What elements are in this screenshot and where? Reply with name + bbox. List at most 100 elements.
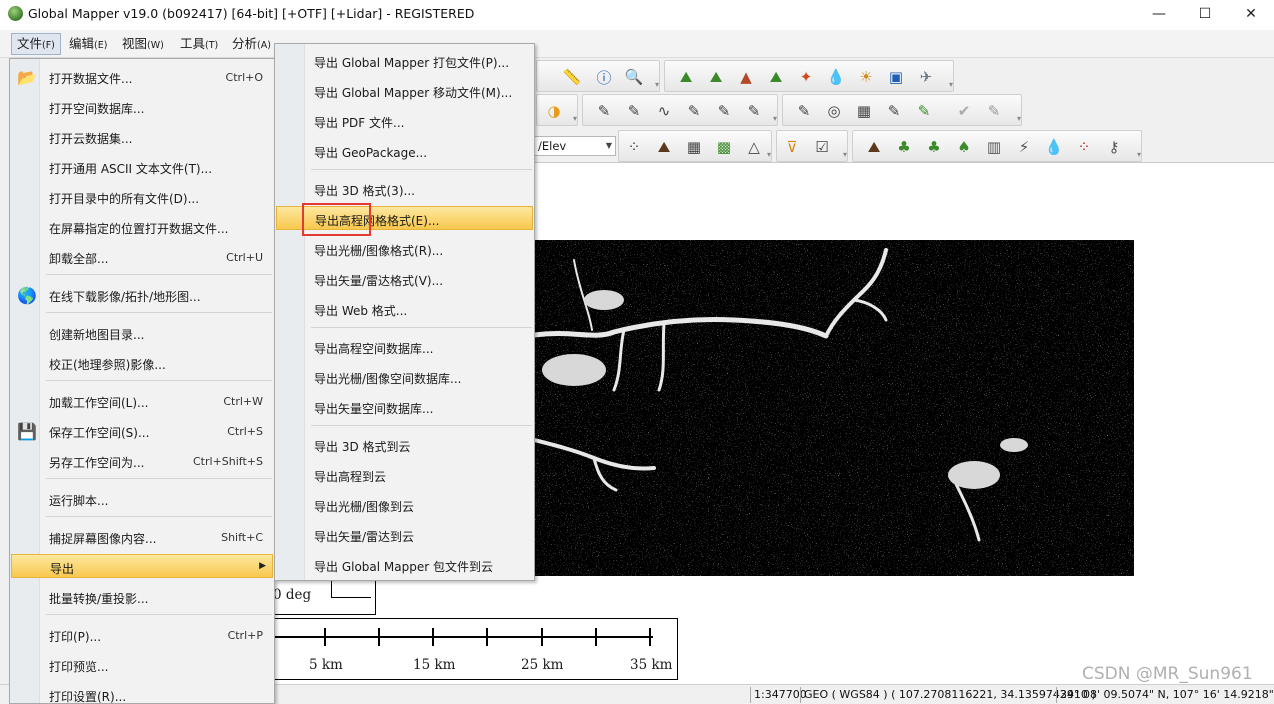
toolbar-grip[interactable]: ▾	[843, 150, 847, 159]
target-icon[interactable]: ◎	[823, 100, 845, 122]
export-item-vector-cloud[interactable]: 导出矢量/雷达到云	[276, 523, 533, 547]
menu-item-save-workspace-as[interactable]: 另存工作空间为... Ctrl+Shift+S	[11, 449, 273, 473]
export-item-web-format[interactable]: 导出 Web 格式...	[276, 297, 533, 321]
pen-point-icon[interactable]: ✎	[743, 100, 765, 122]
measure-pen-icon[interactable]: ✎	[793, 100, 815, 122]
export-item-gm-package-cloud[interactable]: 导出 Global Mapper 包文件到云	[276, 553, 533, 577]
export-item-gm-package[interactable]: 导出 Global Mapper 打包文件(P)...	[276, 49, 533, 73]
menu-item-download-online[interactable]: 🌎 在线下载影像/拓扑/地形图...	[11, 283, 273, 307]
water-icon[interactable]: 💧	[825, 66, 847, 88]
ruler-icon[interactable]: 📏	[561, 66, 583, 88]
pen-line-icon[interactable]: ✎	[623, 100, 645, 122]
elevation-raster-graphic	[534, 240, 1134, 576]
grass-icon[interactable]: ♣	[893, 136, 915, 158]
ground-icon[interactable]: ⛰	[863, 136, 885, 158]
layer-combo[interactable]: /Elev ▼	[534, 136, 616, 156]
curve-icon[interactable]: ∿	[653, 100, 675, 122]
toolbar-grip[interactable]: ▾	[949, 80, 953, 89]
noise-icon[interactable]: ⁘	[1073, 136, 1095, 158]
menu-item-open-spatial-db[interactable]: 打开空间数据库...	[11, 95, 273, 119]
menu-item-export[interactable]: 导出 ▶	[11, 554, 273, 578]
menu-item-unload-all[interactable]: 卸载全部... Ctrl+U	[11, 245, 273, 269]
toolbar-grip[interactable]: ▾	[1017, 114, 1021, 123]
export-item-label: 导出高程空间数据库...	[314, 342, 434, 356]
menu-tools[interactable]: 工具(T)	[175, 33, 223, 55]
lidar-icon[interactable]: ▩	[713, 136, 735, 158]
pen-area-icon[interactable]: ✎	[683, 100, 705, 122]
grid-icon[interactable]: ▦	[853, 100, 875, 122]
terrain-shade-icon[interactable]: ⛰	[705, 66, 727, 88]
menu-item-save-workspace[interactable]: 💾 保存工作空间(S)... Ctrl+S	[11, 419, 273, 443]
close-button[interactable]: ✕	[1228, 0, 1274, 28]
export-item-vector-lidar[interactable]: 导出矢量/雷达格式(V)...	[276, 267, 533, 291]
crescent-icon[interactable]: ◑	[543, 100, 565, 122]
menu-analysis[interactable]: 分析(A)	[227, 33, 276, 55]
terrain-icon[interactable]: ⛰	[675, 66, 697, 88]
contour-icon[interactable]: ⛰	[765, 66, 787, 88]
powerline-icon[interactable]: ⚡	[1013, 136, 1035, 158]
key-icon[interactable]: ⚷	[1103, 136, 1125, 158]
menu-item-print-setup[interactable]: 打印设置(R)...	[11, 683, 273, 703]
export-item-raster-db[interactable]: 导出光栅/图像空间数据库...	[276, 365, 533, 389]
menu-item-capture-screen[interactable]: 捕捉屏幕图像内容... Shift+C	[11, 525, 273, 549]
view-shed-icon[interactable]: ✦	[795, 66, 817, 88]
export-item-geopackage[interactable]: 导出 GeoPackage...	[276, 139, 533, 163]
toolbar-grip[interactable]: ▾	[773, 114, 777, 123]
globe-view-icon[interactable]: ▣	[885, 66, 907, 88]
water-drop-icon[interactable]: 💧	[1043, 136, 1065, 158]
maximize-button[interactable]: ☐	[1182, 0, 1228, 28]
menu-file[interactable]: 文件(F)	[11, 33, 61, 55]
menu-item-batch-convert[interactable]: 批量转换/重投影...	[11, 585, 273, 609]
global-mapper-window: Global Mapper v19.0 (b092417) [64-bit] […	[0, 0, 1274, 704]
building-icon[interactable]: ▥	[983, 136, 1005, 158]
menu-file-label: 文件	[17, 36, 43, 51]
toolbar-grip[interactable]: ▾	[767, 150, 771, 159]
tree-icon[interactable]: ♠	[953, 136, 975, 158]
points-icon[interactable]: ⁘	[623, 136, 645, 158]
menu-item-print[interactable]: 打印(P)... Ctrl+P	[11, 623, 273, 647]
menu-item-load-workspace[interactable]: 加载工作空间(L)... Ctrl+W	[11, 389, 273, 413]
info-icon[interactable]: ⓘ	[593, 66, 615, 88]
pen-check-icon[interactable]: ✎	[983, 100, 1005, 122]
toolbar-grip[interactable]: ▾	[573, 114, 577, 123]
export-item-elevation-db[interactable]: 导出高程空间数据库...	[276, 335, 533, 359]
export-item-raster-cloud[interactable]: 导出光栅/图像到云	[276, 493, 533, 517]
menu-item-open-at-location[interactable]: 在屏幕指定的位置打开数据文件...	[11, 215, 273, 239]
export-item-vector-db[interactable]: 导出矢量空间数据库...	[276, 395, 533, 419]
pen-red-icon[interactable]: ✎	[883, 100, 905, 122]
menu-item-open-directory[interactable]: 打开目录中的所有文件(D)...	[11, 185, 273, 209]
triangle-icon[interactable]: △	[743, 136, 765, 158]
menu-item-open-cloud-dataset[interactable]: 打开云数据集...	[11, 125, 273, 149]
menu-edit[interactable]: 编辑(E)	[64, 33, 112, 55]
menu-item-print-preview[interactable]: 打印预览...	[11, 653, 273, 677]
menu-item-rectify-image[interactable]: 校正(地理参照)影像...	[11, 351, 273, 375]
export-item-3d-format[interactable]: 导出 3D 格式(3)...	[276, 177, 533, 201]
filter-icon[interactable]: ⊽	[781, 136, 803, 158]
menu-item-open-data-file[interactable]: 📂 打开数据文件... Ctrl+O	[11, 65, 273, 89]
pen-green-icon[interactable]: ✎	[913, 100, 935, 122]
mountain-icon[interactable]: ⛰	[653, 136, 675, 158]
menu-view[interactable]: 视图(W)	[117, 33, 169, 55]
export-item-elevation-grid[interactable]: 导出高程网格格式(E)...	[276, 206, 533, 230]
toolbar-grip[interactable]: ▾	[655, 80, 659, 89]
bush-icon[interactable]: ♣	[923, 136, 945, 158]
find-icon[interactable]: 🔍	[623, 66, 645, 88]
pen-icon[interactable]: ✎	[593, 100, 615, 122]
menu-item-open-ascii[interactable]: 打开通用 ASCII 文本文件(T)...	[11, 155, 273, 179]
satellite-icon[interactable]: ✈	[915, 66, 937, 88]
menu-item-create-map-catalog[interactable]: 创建新地图目录...	[11, 321, 273, 345]
export-item-raster-image[interactable]: 导出光栅/图像格式(R)...	[276, 237, 533, 261]
minimize-button[interactable]: —	[1136, 0, 1182, 28]
export-item-3d-cloud[interactable]: 导出 3D 格式到云	[276, 433, 533, 457]
sun-icon[interactable]: ☀	[855, 66, 877, 88]
check-icon[interactable]: ✔	[953, 100, 975, 122]
toolbar-grip[interactable]: ▾	[1137, 150, 1141, 159]
grid-points-icon[interactable]: ▦	[683, 136, 705, 158]
export-item-pdf[interactable]: 导出 PDF 文件...	[276, 109, 533, 133]
slope-icon[interactable]: ▲	[735, 66, 757, 88]
pen-edit-icon[interactable]: ✎	[713, 100, 735, 122]
edit-check-icon[interactable]: ☑	[811, 136, 833, 158]
export-item-elevation-cloud[interactable]: 导出高程到云	[276, 463, 533, 487]
menu-item-run-script[interactable]: 运行脚本...	[11, 487, 273, 511]
export-item-gm-mobile[interactable]: 导出 Global Mapper 移动文件(M)...	[276, 79, 533, 103]
